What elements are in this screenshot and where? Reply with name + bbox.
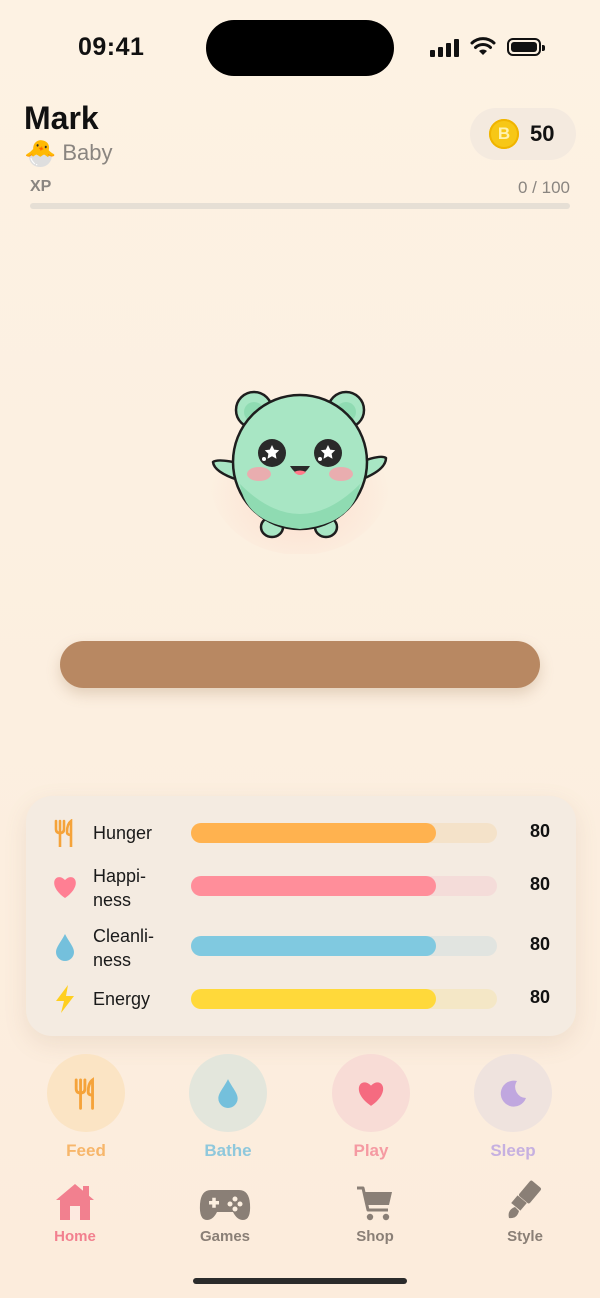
- xp-label: XP: [30, 178, 52, 195]
- energy-bar: [191, 989, 497, 1009]
- heart-icon: [52, 872, 78, 902]
- hunger-bar-fill: [191, 823, 436, 843]
- sleep-button[interactable]: Sleep: [474, 1054, 552, 1161]
- droplet-icon: [52, 932, 78, 962]
- stat-value: 80: [529, 987, 550, 1007]
- tab-home[interactable]: Home: [30, 1178, 120, 1245]
- play-button[interactable]: Play: [332, 1054, 410, 1161]
- xp-value: 0 / 100: [518, 178, 570, 197]
- tab-label: Home: [54, 1228, 96, 1245]
- coin-count: 50: [530, 121, 555, 146]
- bathe-button[interactable]: Bathe: [189, 1054, 267, 1161]
- gamepad-icon: [199, 1190, 251, 1220]
- play-circle: [332, 1054, 410, 1132]
- cart-icon: [357, 1186, 392, 1221]
- dynamic-island: [206, 20, 394, 76]
- stat-row-hunger: Hunger 80: [26, 816, 576, 850]
- bathe-circle: [189, 1054, 267, 1132]
- energy-bar-fill: [191, 989, 436, 1009]
- tab-label: Shop: [356, 1228, 394, 1245]
- stat-label: Cleanli- ness: [93, 926, 155, 970]
- bolt-icon: [52, 984, 78, 1014]
- cleanliness-bar-fill: [191, 936, 436, 956]
- stat-row-energy: Energy 80: [26, 982, 576, 1016]
- house-icon: [56, 1184, 94, 1220]
- xp-progress-bar: [30, 203, 570, 209]
- happiness-bar-fill: [191, 876, 436, 896]
- stats-card: Hunger 80 Happi- ness 80 Cleanli- ness 8…: [26, 796, 576, 1036]
- fork-knife-icon: [74, 1077, 94, 1110]
- coin-icon: B: [489, 119, 519, 149]
- status-time: 09:41: [78, 33, 145, 61]
- stat-label: Hunger: [93, 823, 153, 843]
- stat-row-cleanliness: Cleanli- ness 80: [26, 922, 576, 972]
- stat-value: 80: [529, 874, 550, 894]
- battery-icon: [507, 38, 545, 56]
- pet-character[interactable]: [204, 384, 394, 554]
- tab-style[interactable]: Style: [480, 1178, 570, 1245]
- pet-stage: 🐣 Baby: [24, 138, 113, 168]
- happiness-bar: [191, 876, 497, 896]
- stat-row-happiness: Happi- ness 80: [26, 862, 576, 912]
- cleanliness-bar: [191, 936, 497, 956]
- wifi-icon: [470, 37, 496, 55]
- brush-icon: [508, 1180, 541, 1219]
- sleep-circle: [474, 1054, 552, 1132]
- hatching-chick-icon: 🐣: [24, 138, 57, 168]
- stat-value: 80: [529, 934, 550, 954]
- bathe-label: Bathe: [204, 1141, 252, 1160]
- feed-button[interactable]: Feed: [47, 1054, 125, 1161]
- coin-balance[interactable]: B 50: [470, 108, 576, 160]
- droplet-icon: [218, 1079, 238, 1108]
- moon-icon: [500, 1080, 526, 1107]
- play-label: Play: [353, 1141, 389, 1160]
- stat-label: Happi- ness: [93, 866, 147, 910]
- pet-platform: [60, 641, 540, 688]
- stat-value: 80: [529, 821, 550, 841]
- tab-label: Style: [507, 1228, 543, 1245]
- hunger-bar: [191, 823, 497, 843]
- fork-knife-icon: [52, 818, 78, 848]
- stage-label: Baby: [62, 140, 113, 165]
- tab-label: Games: [199, 1228, 251, 1245]
- pet-name: Mark: [24, 100, 99, 136]
- feed-circle: [47, 1054, 125, 1132]
- tab-shop[interactable]: Shop: [330, 1178, 420, 1245]
- feed-label: Feed: [66, 1141, 106, 1160]
- tab-games[interactable]: Games: [180, 1178, 270, 1245]
- heart-icon: [358, 1081, 384, 1106]
- stat-label: Energy: [93, 989, 151, 1009]
- sleep-label: Sleep: [490, 1141, 536, 1160]
- cellular-signal-icon: [430, 38, 459, 57]
- home-indicator[interactable]: [193, 1278, 407, 1284]
